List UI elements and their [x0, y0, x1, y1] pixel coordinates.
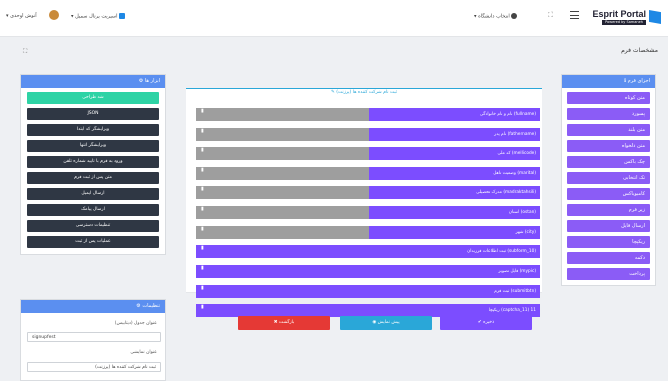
- portal-icon: [119, 13, 126, 19]
- settings-header: ⚙ تنظیمات: [21, 300, 165, 313]
- element-button[interactable]: دکمه: [567, 252, 650, 264]
- element-combobox[interactable]: کامبوباکس: [567, 188, 650, 200]
- field-label[interactable]: شهر (city): [368, 226, 540, 239]
- field-label[interactable]: ثبت اطلاعات فرزندان (subform_10): [196, 245, 540, 258]
- trash-icon[interactable]: ▮: [201, 285, 204, 291]
- portal-link[interactable]: ▾ اسپریت پرتال سمپل: [71, 13, 126, 20]
- trash-icon[interactable]: ▮: [201, 304, 204, 310]
- tool-phone-verify-login[interactable]: ورود به فرم با تایید شماره تلفن: [27, 156, 159, 168]
- tool-send-email[interactable]: ارسال ایمیل: [27, 188, 159, 200]
- form-field-row[interactable]: ▮ نام پدر (fathername): [196, 128, 540, 141]
- trash-icon[interactable]: ▮: [201, 226, 204, 232]
- settings-title: تنظیمات: [142, 303, 160, 309]
- university-select-label: انتخاب دانشگاه: [478, 13, 510, 20]
- university-select[interactable]: ▾ انتخاب دانشگاه: [474, 13, 518, 20]
- tools-panel: ⚙ ابزار ها شد طراحی JSON ویرایشگر کد ابت…: [20, 74, 166, 255]
- brand-subtitle: Powered by Samaneh: [602, 20, 646, 25]
- tool-after-submit-actions[interactable]: عملیات پس از ثبت: [27, 236, 159, 248]
- menu-toggle-icon[interactable]: [570, 11, 579, 19]
- field-label[interactable]: استان (ostan): [368, 206, 540, 219]
- trash-icon[interactable]: ▮: [201, 206, 204, 212]
- element-checkbox[interactable]: چک باکس: [567, 156, 650, 168]
- preview-button[interactable]: ◉ پیش نمایش: [340, 316, 432, 330]
- field-label[interactable]: ثبت فرم (submitbtn): [196, 285, 540, 298]
- form-field-row[interactable]: ▮ نام و نام خانوادگی (fullname): [196, 108, 540, 121]
- field-placeholder: [196, 186, 369, 199]
- tool-json[interactable]: JSON: [27, 108, 159, 120]
- field-placeholder: [196, 206, 369, 219]
- trash-icon[interactable]: ▮: [201, 265, 204, 271]
- trash-icon[interactable]: ▮: [201, 186, 204, 192]
- form-canvas-title-text: ثبت نام شرکت کننده ها (پرزنت): [336, 90, 398, 95]
- field-placeholder: [196, 167, 369, 180]
- element-password[interactable]: پسورد: [567, 108, 650, 120]
- form-elements-panel: ℹ اجزای فرم متن کوتاه پسورد متن بلند متن…: [561, 74, 656, 286]
- element-custom-text[interactable]: متن دلخواه: [567, 140, 650, 152]
- field-label[interactable]: نام پدر (fathername): [368, 128, 540, 141]
- form-elements-header: ℹ اجزای فرم: [562, 75, 655, 88]
- portal-link-label: اسپریت پرتال سمپل: [75, 13, 118, 20]
- field-label[interactable]: فایل تصویر (mypic): [196, 265, 540, 278]
- trash-icon[interactable]: ▮: [201, 108, 204, 114]
- expand-icon[interactable]: ⛶: [23, 48, 27, 56]
- form-field-row[interactable]: ▮ شهر (city): [196, 226, 540, 239]
- form-field-row[interactable]: ▮ فایل تصویر (mypic): [196, 265, 540, 278]
- form-field-row[interactable]: ▮ وضعیت تاهل (marital): [196, 167, 540, 180]
- field-placeholder: [196, 128, 369, 141]
- trash-icon[interactable]: ▮: [201, 167, 204, 173]
- element-payment[interactable]: پرداخت: [567, 268, 650, 280]
- field-placeholder: [196, 108, 369, 121]
- page-title: مشخصات فرم: [621, 47, 658, 54]
- back-button[interactable]: ✖ بازگشت: [238, 316, 330, 330]
- element-short-text[interactable]: متن کوتاه: [567, 92, 650, 104]
- field-placeholder: [196, 226, 369, 239]
- tools-header: ⚙ ابزار ها: [21, 75, 165, 88]
- element-subform[interactable]: زیر فرم: [567, 204, 650, 216]
- table-name-input[interactable]: signupfest: [27, 332, 161, 342]
- form-field-row[interactable]: ▮ ثبت اطلاعات فرزندان (subform_10): [196, 245, 540, 258]
- user-menu[interactable]: ▾ آنوش اوحدی: [6, 13, 37, 19]
- university-icon: [511, 13, 518, 19]
- brand-title[interactable]: Esprit Portal: [592, 10, 646, 19]
- tool-design[interactable]: شد طراحی: [27, 92, 159, 104]
- user-name: آنوش اوحدی: [10, 13, 37, 19]
- save-button-label: ذخیره: [483, 320, 495, 325]
- preview-button-label: پیش نمایش: [377, 320, 400, 325]
- form-field-row[interactable]: ▮ کد ملی (mellicode): [196, 147, 540, 160]
- form-field-row[interactable]: ▮ مدرک تحصیلی (madraktahsili): [196, 186, 540, 199]
- field-label[interactable]: وضعیت تاهل (marital): [368, 167, 540, 180]
- form-canvas-title: ✎ ثبت نام شرکت کننده ها (پرزنت): [330, 90, 398, 95]
- field-placeholder: [196, 147, 369, 160]
- field-label[interactable]: کد ملی (mellicode): [368, 147, 540, 160]
- table-name-label: عنوان جدول (دیتابیس): [114, 321, 157, 326]
- element-radio[interactable]: تک انتخابی: [567, 172, 650, 184]
- user-avatar[interactable]: [49, 10, 59, 20]
- element-recaptcha[interactable]: ریکپچا: [567, 236, 650, 248]
- brand-logo-icon[interactable]: [649, 10, 661, 24]
- tool-start-code-editor[interactable]: ویرایشگر کد ابتدا: [27, 124, 159, 136]
- back-button-label: بازگشت: [278, 320, 295, 325]
- save-button[interactable]: ✔ ذخیره: [440, 316, 532, 330]
- display-title-label: عنوان نمایشی: [130, 350, 157, 355]
- field-label[interactable]: مدرک تحصیلی (madraktahsili): [368, 186, 540, 199]
- top-navbar: Esprit Portal Powered by Samaneh ⛶ ▾ انت…: [0, 0, 668, 37]
- tools-title: ابزار ها: [144, 78, 160, 84]
- trash-icon[interactable]: ▮: [201, 128, 204, 134]
- element-long-text[interactable]: متن بلند: [567, 124, 650, 136]
- form-field-row[interactable]: ▮ استان (ostan): [196, 206, 540, 219]
- form-field-row[interactable]: ▮ ثبت فرم (submitbtn): [196, 285, 540, 298]
- tool-send-sms[interactable]: ارسال پیامک: [27, 204, 159, 216]
- trash-icon[interactable]: ▮: [201, 245, 204, 251]
- form-elements-title: اجزای فرم: [627, 78, 650, 84]
- trash-icon[interactable]: ▮: [201, 147, 204, 153]
- element-file-upload[interactable]: ارسال فایل: [567, 220, 650, 232]
- settings-panel: ⚙ تنظیمات عنوان جدول (دیتابیس) signupfes…: [20, 299, 166, 381]
- fullscreen-icon[interactable]: ⛶: [548, 11, 553, 20]
- field-label[interactable]: نام و نام خانوادگی (fullname): [368, 108, 540, 121]
- display-title-input[interactable]: ثبت نام شرکت کننده ها (پرزنت): [27, 362, 161, 372]
- tool-after-submit-text[interactable]: متن پس از ثبت فرم: [27, 172, 159, 184]
- tool-access-settings[interactable]: تنظیمات دسترسی: [27, 220, 159, 232]
- tool-end-code-editor[interactable]: ویرایشگر انتها: [27, 140, 159, 152]
